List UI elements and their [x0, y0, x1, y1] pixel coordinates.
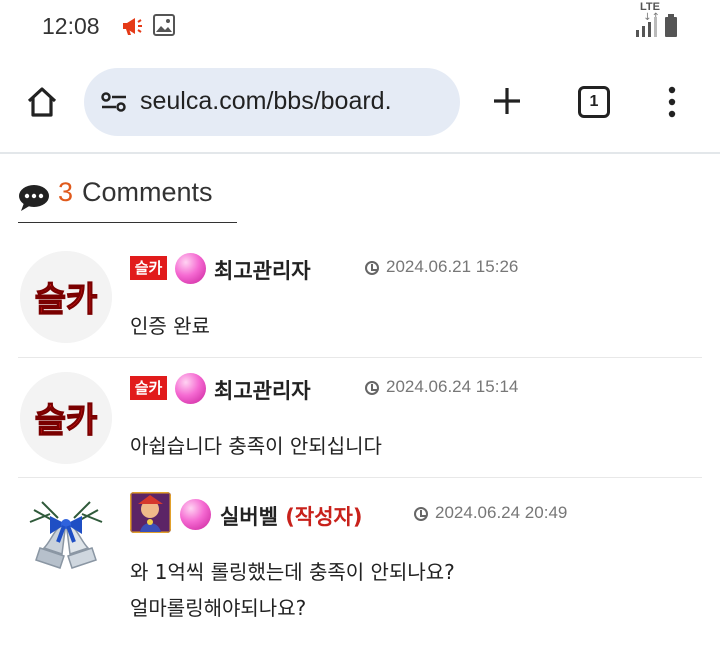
avatar[interactable] — [20, 492, 112, 584]
level-ball-icon — [180, 499, 211, 530]
clock-icon — [365, 381, 379, 395]
avatar[interactable]: 슬카 — [20, 251, 112, 343]
url-text[interactable]: seulca.com/bbs/board. — [140, 87, 392, 116]
comment-line: 와 1억씩 롤링했는데 충족이 안되나요? — [130, 560, 455, 584]
signal-icon — [634, 16, 658, 42]
comment-meta: 슬카 최고관리자 2024.06.24 15:14 — [130, 372, 690, 406]
tab-switcher-button[interactable]: 1 — [578, 86, 610, 118]
site-settings-icon[interactable] — [100, 90, 128, 118]
home-icon[interactable] — [24, 84, 60, 120]
nickname[interactable]: 실버벨 (작성자) — [220, 501, 362, 531]
status-bar: 12:08 LTE ↓↑ — [0, 0, 720, 54]
avatar-logo-text: 슬카 — [35, 401, 98, 441]
comment-line: 아쉽습니다 충족이 안되십니다 — [130, 434, 382, 458]
comment-body: 와 1억씩 롤링했는데 충족이 안되나요? 얼마롤링해야되나요? — [130, 554, 455, 626]
speech-bubble-icon — [18, 184, 50, 216]
avatar-logo-text: 슬카 — [35, 280, 98, 320]
level-badge: 슬카 — [130, 256, 167, 280]
comment-item: 슬카 슬카 최고관리자 2024.06.21 15:26 인증 완료 — [18, 240, 702, 358]
megaphone-icon — [120, 14, 144, 42]
battery-icon — [664, 14, 678, 42]
comment-meta: 실버벨 (작성자) 2024.06.24 20:49 — [130, 492, 690, 533]
clock-icon — [414, 507, 428, 521]
comment-count: 3 — [58, 177, 74, 207]
seulca-logo: 슬카 — [20, 372, 112, 464]
comments-label: Comments — [82, 177, 213, 207]
nickname[interactable]: 최고관리자 — [214, 375, 311, 405]
comment-date: 2024.06.24 15:14 — [386, 377, 519, 396]
comments-header: 3 Comments — [18, 176, 237, 223]
comment-item: 슬카 슬카 최고관리자 2024.06.24 15:14 아쉽습니다 충족이 안… — [18, 358, 702, 478]
comment-body: 아쉽습니다 충족이 안되십니다 — [130, 428, 382, 464]
clock-icon — [365, 261, 379, 275]
level-ball-icon — [175, 253, 206, 284]
image-icon — [153, 14, 175, 40]
comment-date: 2024.06.24 20:49 — [435, 503, 568, 522]
browser-toolbar: seulca.com/bbs/board. 1 — [0, 54, 720, 154]
christmas-bell-icon — [20, 492, 112, 584]
new-tab-icon[interactable] — [490, 84, 524, 118]
comment-meta: 슬카 최고관리자 2024.06.21 15:26 — [130, 252, 690, 286]
comment-line: 얼마롤링해야되나요? — [130, 596, 307, 620]
comment-item: 실버벨 (작성자) 2024.06.24 20:49 와 1억씩 롤링했는데 충… — [18, 478, 702, 652]
status-time: 12:08 — [42, 13, 100, 39]
address-bar[interactable]: seulca.com/bbs/board. — [84, 68, 460, 136]
level-badge: 슬카 — [130, 376, 167, 400]
more-icon[interactable] — [666, 86, 678, 122]
author-tag: (작성자) — [285, 505, 363, 529]
user-icon — [130, 492, 171, 533]
seulca-logo: 슬카 — [20, 251, 112, 343]
nickname[interactable]: 최고관리자 — [214, 255, 311, 285]
comment-body: 인증 완료 — [130, 308, 210, 344]
level-ball-icon — [175, 373, 206, 404]
comment-date: 2024.06.21 15:26 — [386, 257, 519, 276]
avatar[interactable]: 슬카 — [20, 372, 112, 464]
comment-line: 인증 완료 — [130, 314, 210, 338]
